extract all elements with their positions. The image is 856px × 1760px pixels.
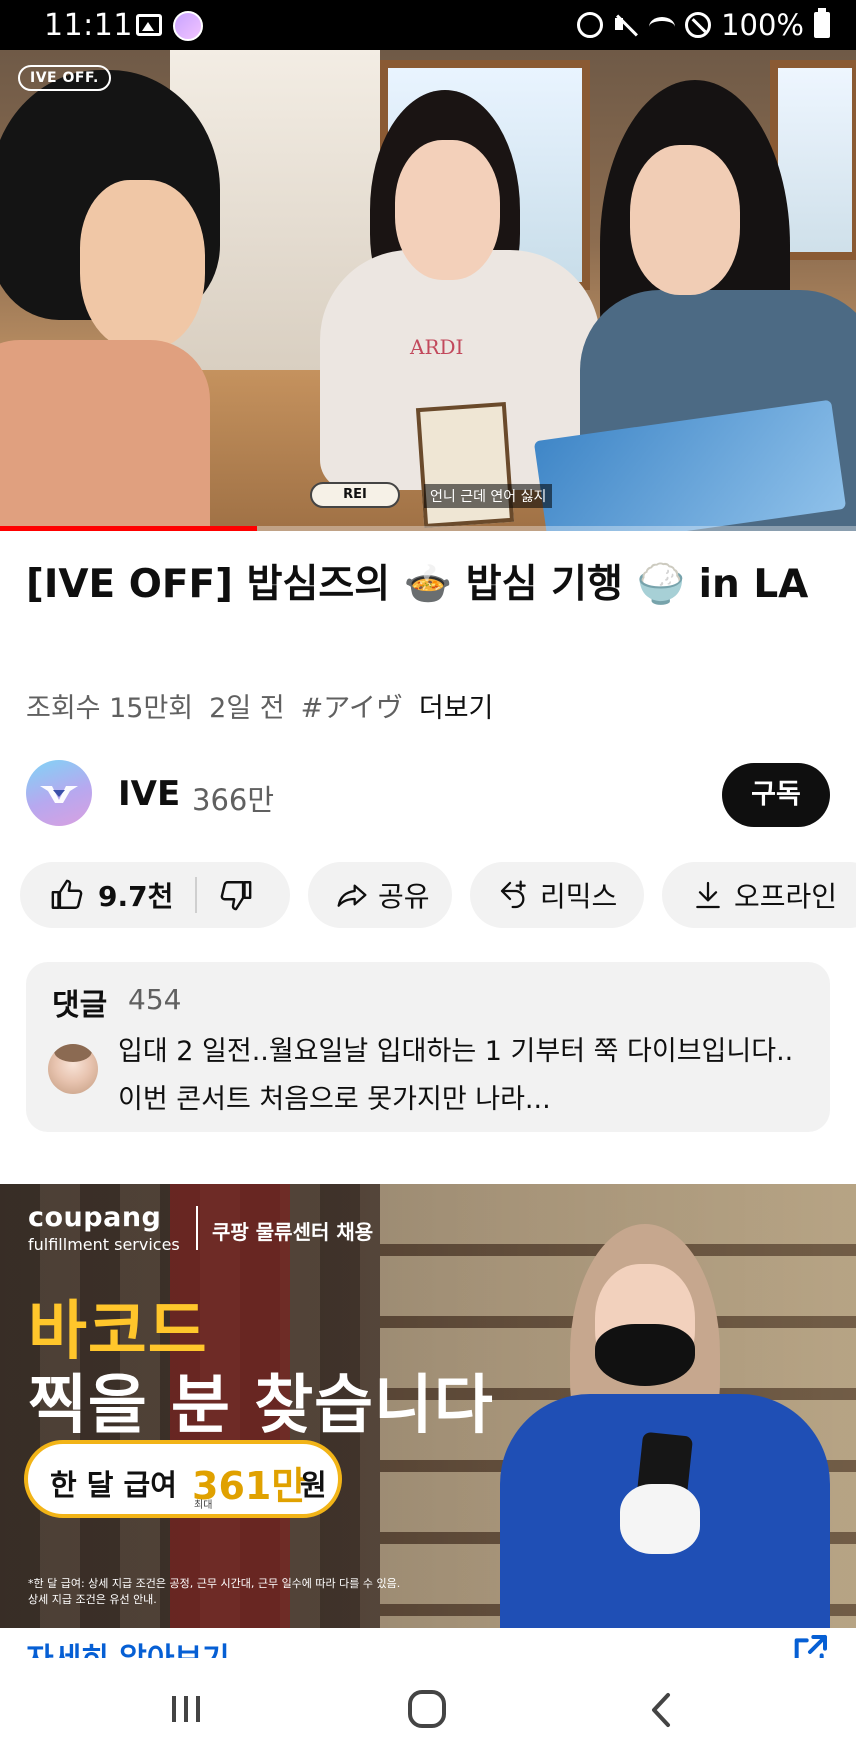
ad-brand-name: coupang bbox=[28, 1202, 162, 1233]
system-nav-bar bbox=[0, 1658, 856, 1760]
progress-fill bbox=[0, 526, 257, 531]
home-icon[interactable] bbox=[408, 1690, 446, 1728]
progress-bar[interactable] bbox=[0, 526, 856, 531]
comments-count: 454 bbox=[128, 983, 182, 1016]
picture-icon bbox=[136, 14, 162, 36]
channel-name[interactable]: IVE bbox=[118, 774, 180, 814]
view-count: 조회수 15만회 bbox=[26, 693, 194, 724]
alarm-icon bbox=[577, 12, 604, 38]
remix-button[interactable]: 리믹스 bbox=[470, 862, 644, 928]
more-link[interactable]: 더보기 bbox=[419, 686, 494, 725]
channel-row[interactable]: IVE 366만 구독 bbox=[26, 760, 830, 830]
like-dislike-chip: 9.7천 bbox=[20, 862, 290, 928]
ad-brand-logo: coupang fulfillment services bbox=[28, 1202, 180, 1254]
ad-divider bbox=[196, 1206, 198, 1250]
ad-cta-strip[interactable]: 자세히 알아보기 bbox=[0, 1628, 856, 1658]
upload-age: 2일 전 bbox=[209, 693, 285, 724]
video-player[interactable]: ARDI IVE OFF. REI 언니 근데 연어 싫지 bbox=[0, 50, 856, 531]
ad-salary-max: 최대 bbox=[194, 1500, 213, 1511]
mute-icon bbox=[613, 12, 639, 38]
ad-worker-image bbox=[500, 1224, 830, 1628]
dislike-icon bbox=[221, 881, 252, 911]
remix-icon bbox=[500, 880, 526, 909]
ive-logo-icon bbox=[40, 786, 78, 803]
download-icon bbox=[696, 881, 720, 909]
comments-header: 댓글 bbox=[52, 988, 108, 1023]
hashtag-link[interactable]: #アイヴ bbox=[301, 686, 403, 725]
wifi-icon bbox=[649, 17, 676, 37]
ad-recruit-text: 쿠팡 물류센터 채용 bbox=[212, 1220, 374, 1244]
action-chips: 9.7천 공유 리믹스 오프라인 bbox=[20, 862, 856, 928]
download-button[interactable]: 오프라인 bbox=[662, 862, 856, 928]
share-icon bbox=[337, 884, 367, 907]
ad-banner[interactable]: coupang fulfillment services 쿠팡 물류센터 채용 … bbox=[0, 1184, 856, 1628]
share-label: 공유 bbox=[378, 880, 430, 913]
battery-icon bbox=[814, 8, 830, 38]
video-frame-menu-stand bbox=[415, 402, 515, 528]
share-button[interactable]: 공유 bbox=[308, 862, 452, 928]
download-label: 오프라인 bbox=[734, 880, 838, 913]
battery-percent: 100% bbox=[721, 8, 804, 42]
commenter-avatar bbox=[48, 1044, 98, 1094]
top-comment-text: 입대 2 일전..월요일날 입대하는 1 기부터 쭉 다이브입니다.. 이번 콘… bbox=[118, 1036, 794, 1115]
video-frame-person bbox=[0, 70, 250, 531]
ad-headline: 찍을 분 찾습니다 bbox=[28, 1369, 494, 1443]
like-icon bbox=[51, 879, 83, 909]
remix-label: 리믹스 bbox=[540, 880, 618, 913]
channel-avatar[interactable] bbox=[26, 760, 92, 826]
status-bar: 11:11 100% bbox=[0, 0, 856, 50]
ad-salary-badge: 한 달 급여 361만 원 최대 bbox=[24, 1440, 342, 1518]
comments-card[interactable]: 댓글 454 입대 2 일전..월요일날 입대하는 1 기부터 쭉 다이브입니다… bbox=[26, 962, 830, 1132]
member-name-tag: REI bbox=[310, 482, 400, 508]
video-meta[interactable]: 조회수 15만회 2일 전 #アイヴ 더보기 bbox=[26, 686, 509, 725]
like-button[interactable]: 9.7천 bbox=[20, 875, 173, 915]
chip-divider bbox=[195, 877, 198, 913]
status-time: 11:11 bbox=[44, 8, 133, 43]
back-icon[interactable] bbox=[650, 1692, 672, 1728]
like-count: 9.7천 bbox=[98, 880, 174, 913]
ad-salary-prefix: 한 달 급여 bbox=[50, 1468, 177, 1502]
ad-disclaimer: *한 달 급여: 상세 지급 조건은 공정, 근무 시간대, 근무 일수에 따라… bbox=[28, 1576, 428, 1608]
ad-salary-unit: 원 bbox=[300, 1468, 327, 1502]
channel-watermark: IVE OFF. bbox=[18, 65, 111, 91]
notification-avatar-icon bbox=[173, 11, 203, 41]
status-icons: 100% bbox=[577, 8, 830, 42]
video-subtitle: 언니 근데 연어 싫지 bbox=[424, 484, 553, 508]
subscribe-button[interactable]: 구독 bbox=[722, 763, 830, 827]
ad-disclaimer-line: 상세 지급 조건은 유선 안내. bbox=[28, 1593, 157, 1606]
ad-disclaimer-line: *한 달 급여: 상세 지급 조건은 공정, 근무 시간대, 근무 일수에 따라… bbox=[28, 1577, 401, 1590]
recent-apps-icon[interactable] bbox=[170, 1694, 202, 1724]
subscriber-count: 366만 bbox=[192, 783, 275, 817]
video-title[interactable]: [IVE OFF] 밥심즈의 🍲 밥심 기행 🍚 in LA bbox=[26, 556, 826, 613]
learn-more-link[interactable]: 자세히 알아보기 bbox=[26, 1634, 230, 1658]
dnd-icon bbox=[685, 12, 712, 38]
external-link-icon[interactable] bbox=[790, 1632, 830, 1658]
dislike-button[interactable] bbox=[219, 878, 253, 912]
ad-brand-sub: fulfillment services bbox=[28, 1235, 180, 1254]
